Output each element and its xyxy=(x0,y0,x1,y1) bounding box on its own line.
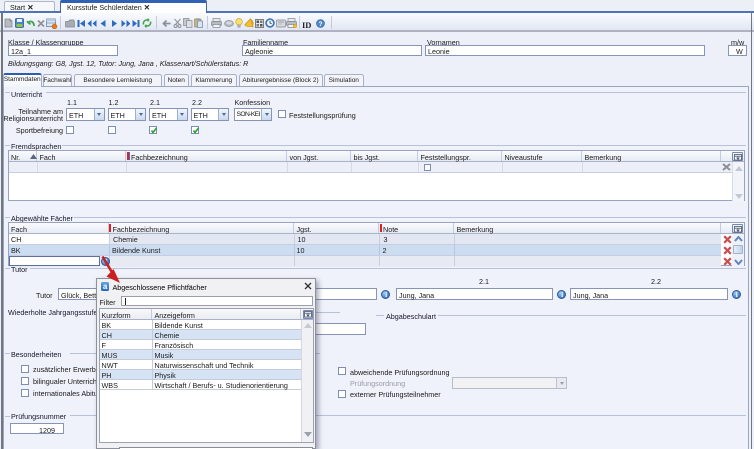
svg-text:?: ? xyxy=(318,20,322,27)
